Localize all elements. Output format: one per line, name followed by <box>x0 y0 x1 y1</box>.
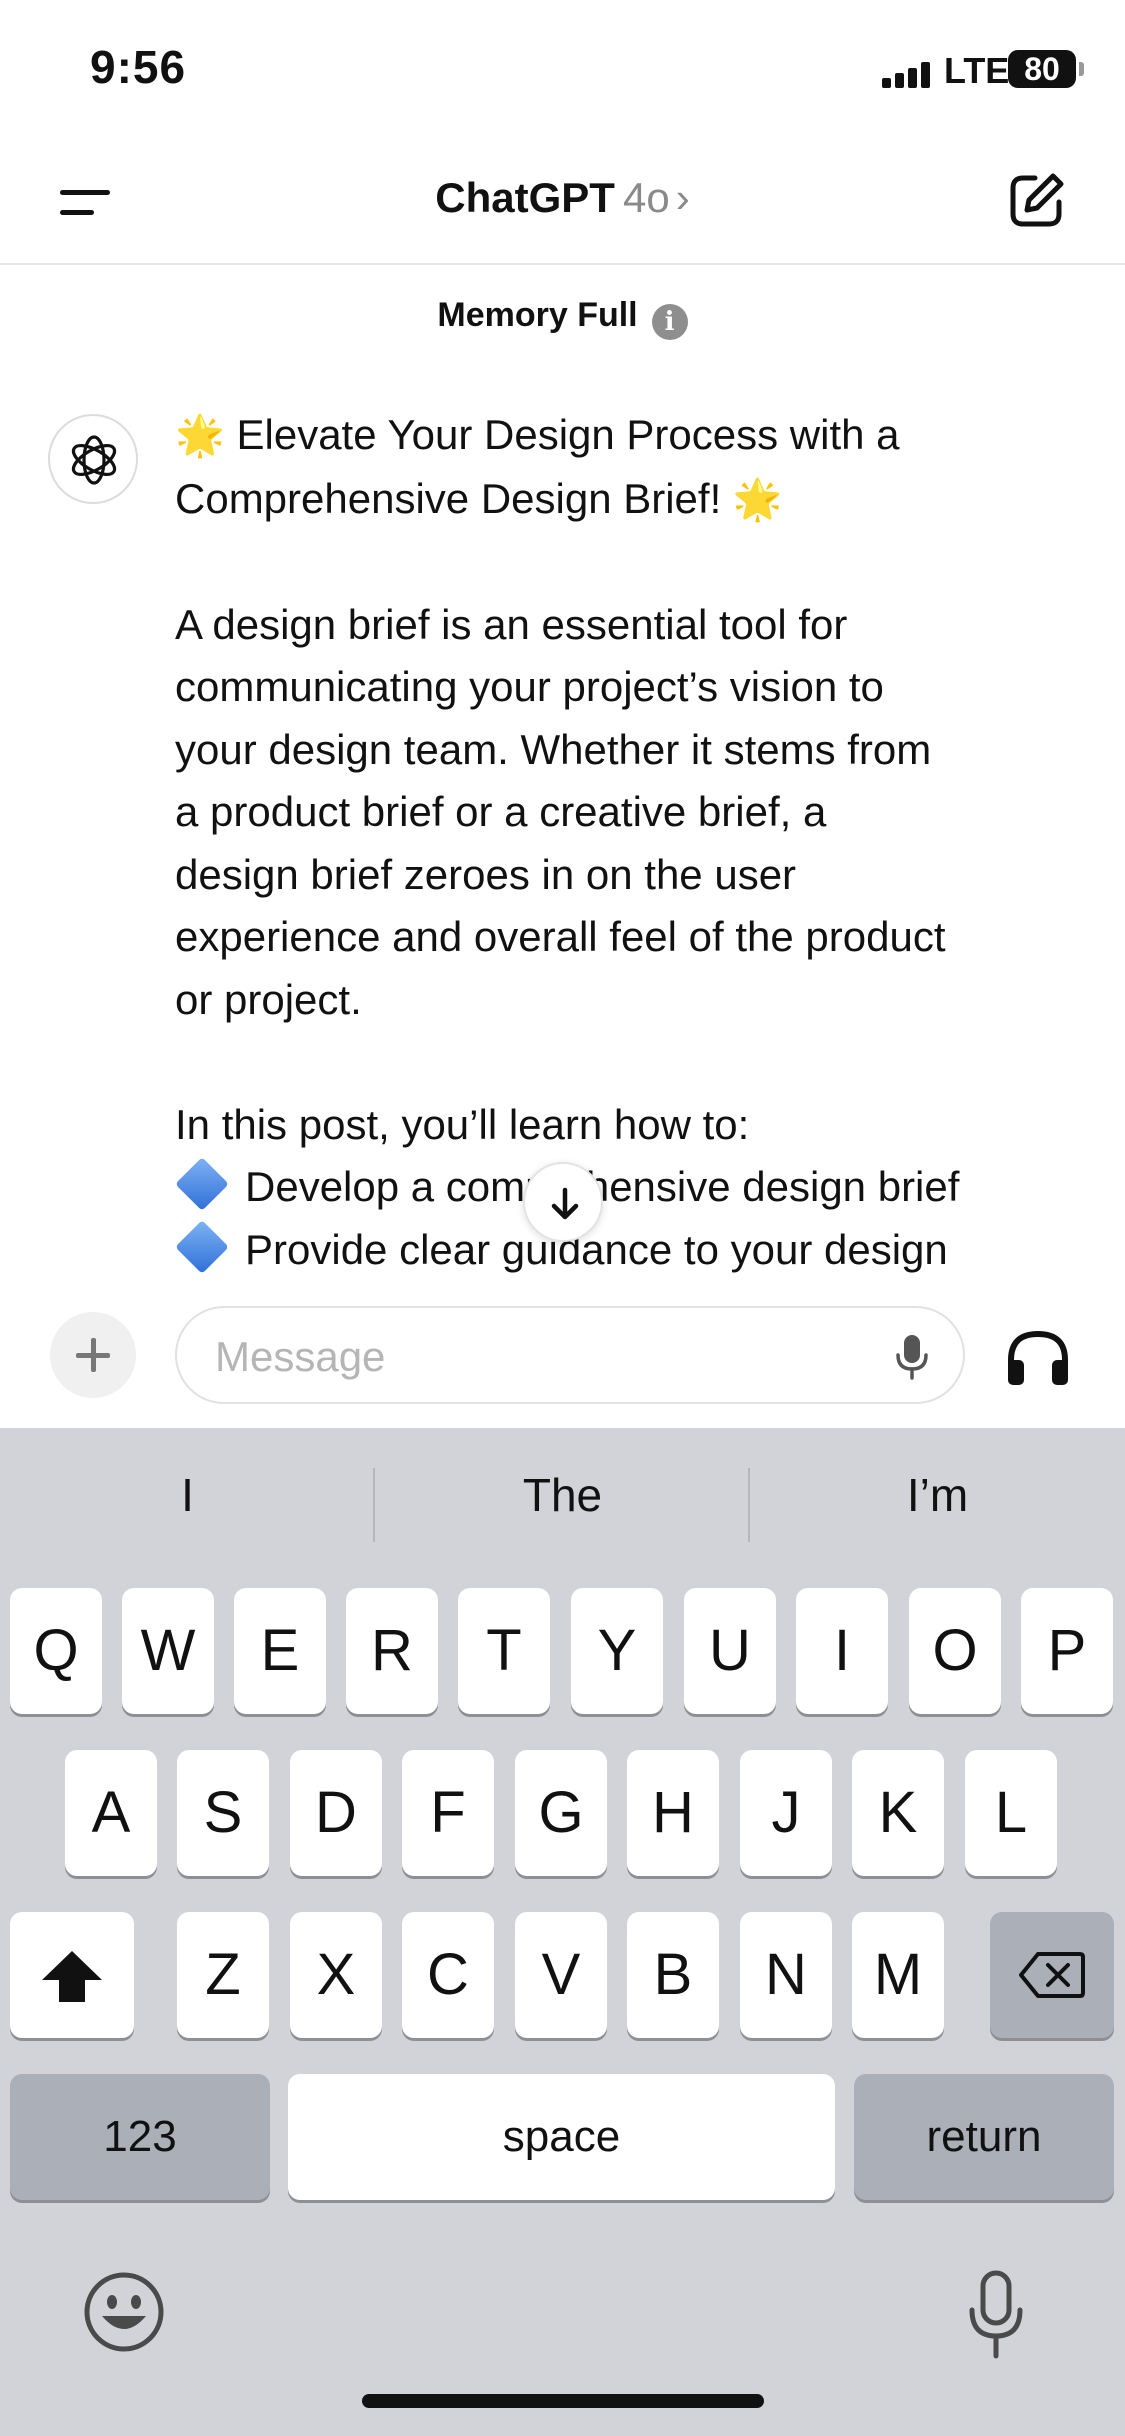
scroll-to-bottom-button[interactable] <box>523 1162 603 1242</box>
suggestion-item[interactable]: I <box>0 1468 375 1522</box>
suggestion-item[interactable]: I’m <box>750 1468 1125 1522</box>
suggestion-item[interactable]: The <box>375 1468 750 1522</box>
key[interactable]: I <box>796 1588 888 1714</box>
key[interactable]: P <box>1021 1588 1113 1714</box>
battery-icon: 80 <box>1008 50 1084 88</box>
openai-logo-icon <box>48 414 138 504</box>
key[interactable]: J <box>740 1750 832 1876</box>
model-selector[interactable]: ChatGPT 4o › <box>0 174 1125 222</box>
app-title: ChatGPT <box>435 174 615 221</box>
message-title-line: 🌟 Elevate Your Design Process with a <box>175 411 900 458</box>
blue-diamond-icon <box>175 1219 229 1274</box>
key[interactable]: F <box>402 1750 494 1876</box>
star-emoji: 🌟 <box>175 414 225 458</box>
message-input-container[interactable] <box>175 1306 965 1404</box>
chevron-right-icon: › <box>675 174 690 221</box>
key[interactable]: O <box>909 1588 1001 1714</box>
keyboard: I The I’m Q W E R T Y U I O P A S D F G … <box>0 1428 1125 2436</box>
microphone-icon[interactable] <box>895 1334 929 1380</box>
numbers-key[interactable]: 123 <box>10 2074 270 2200</box>
return-key[interactable]: return <box>854 2074 1114 2200</box>
paragraph-line: a product brief or a creative brief, a <box>175 788 827 835</box>
key[interactable]: R <box>346 1588 438 1714</box>
star-emoji: 🌟 <box>732 477 783 522</box>
arrow-down-icon <box>551 1187 579 1220</box>
message-input[interactable] <box>215 1330 855 1384</box>
paragraph-line: A design brief is an essential tool for <box>175 600 848 648</box>
key[interactable]: U <box>684 1588 776 1714</box>
memory-full-banner[interactable]: Memory Full i <box>0 296 1125 340</box>
list-item: Develop a comprehensive design brief <box>175 1156 1075 1219</box>
key[interactable]: Q <box>10 1588 102 1714</box>
status-time: 9:56 <box>90 41 187 93</box>
list-item: Provide clear guidance to your design <box>175 1219 1075 1280</box>
key[interactable]: S <box>177 1750 269 1876</box>
paragraph-line: or project. <box>175 975 362 1023</box>
paragraph-line: your design team. Whether it stems from <box>175 725 932 773</box>
key[interactable]: K <box>852 1750 944 1876</box>
dictation-icon[interactable] <box>966 2270 1026 2360</box>
chat-header: ChatGPT 4o › <box>0 140 1125 265</box>
model-name: 4o <box>622 174 670 221</box>
key[interactable]: A <box>65 1750 157 1876</box>
network-label: LTE <box>944 50 1010 91</box>
paragraph-line: experience and overall feel of the produ… <box>175 913 946 960</box>
key[interactable]: D <box>290 1750 382 1876</box>
learn-intro: In this post, you’ll learn how to: <box>175 1100 750 1148</box>
assistant-message: 🌟 Elevate Your Design Process with a Com… <box>175 404 1075 1279</box>
plus-icon[interactable] <box>50 1312 136 1398</box>
message-title-line: Comprehensive Design Brief! 🌟 <box>175 474 783 522</box>
key[interactable]: H <box>627 1750 719 1876</box>
key[interactable]: W <box>122 1588 214 1714</box>
home-indicator <box>362 2394 764 2408</box>
status-bar: 9:56 LTE 80 <box>0 0 1125 140</box>
shift-key[interactable] <box>10 1912 134 2038</box>
headphones-icon[interactable] <box>1005 1330 1071 1386</box>
space-key[interactable]: space <box>288 2074 835 2200</box>
compose-icon[interactable] <box>1005 170 1067 232</box>
key[interactable]: Z <box>177 1912 269 2038</box>
blue-diamond-icon <box>175 1157 229 1211</box>
key[interactable]: V <box>515 1912 607 2038</box>
composer-bar <box>0 1282 1125 1428</box>
paragraph-line: design brief zeroes in on the user <box>175 850 797 898</box>
key[interactable]: M <box>852 1912 944 2038</box>
key[interactable]: C <box>402 1912 494 2038</box>
emoji-icon[interactable] <box>82 2270 166 2354</box>
key[interactable]: N <box>740 1912 832 2038</box>
key[interactable]: E <box>234 1588 326 1714</box>
key[interactable]: T <box>458 1588 550 1714</box>
key[interactable]: G <box>515 1750 607 1876</box>
key[interactable]: X <box>290 1912 382 2038</box>
paragraph-line: communicating your project’s vision to <box>175 663 884 710</box>
info-icon[interactable]: i <box>651 304 688 340</box>
shift-icon <box>42 1951 102 2002</box>
key[interactable]: B <box>627 1912 719 2038</box>
delete-key[interactable] <box>990 1912 1114 2038</box>
key[interactable]: Y <box>571 1588 663 1714</box>
signal-icon <box>882 62 934 88</box>
memory-full-label: Memory Full <box>437 296 638 334</box>
key[interactable]: L <box>965 1750 1057 1876</box>
backspace-icon <box>1019 1952 1085 1998</box>
